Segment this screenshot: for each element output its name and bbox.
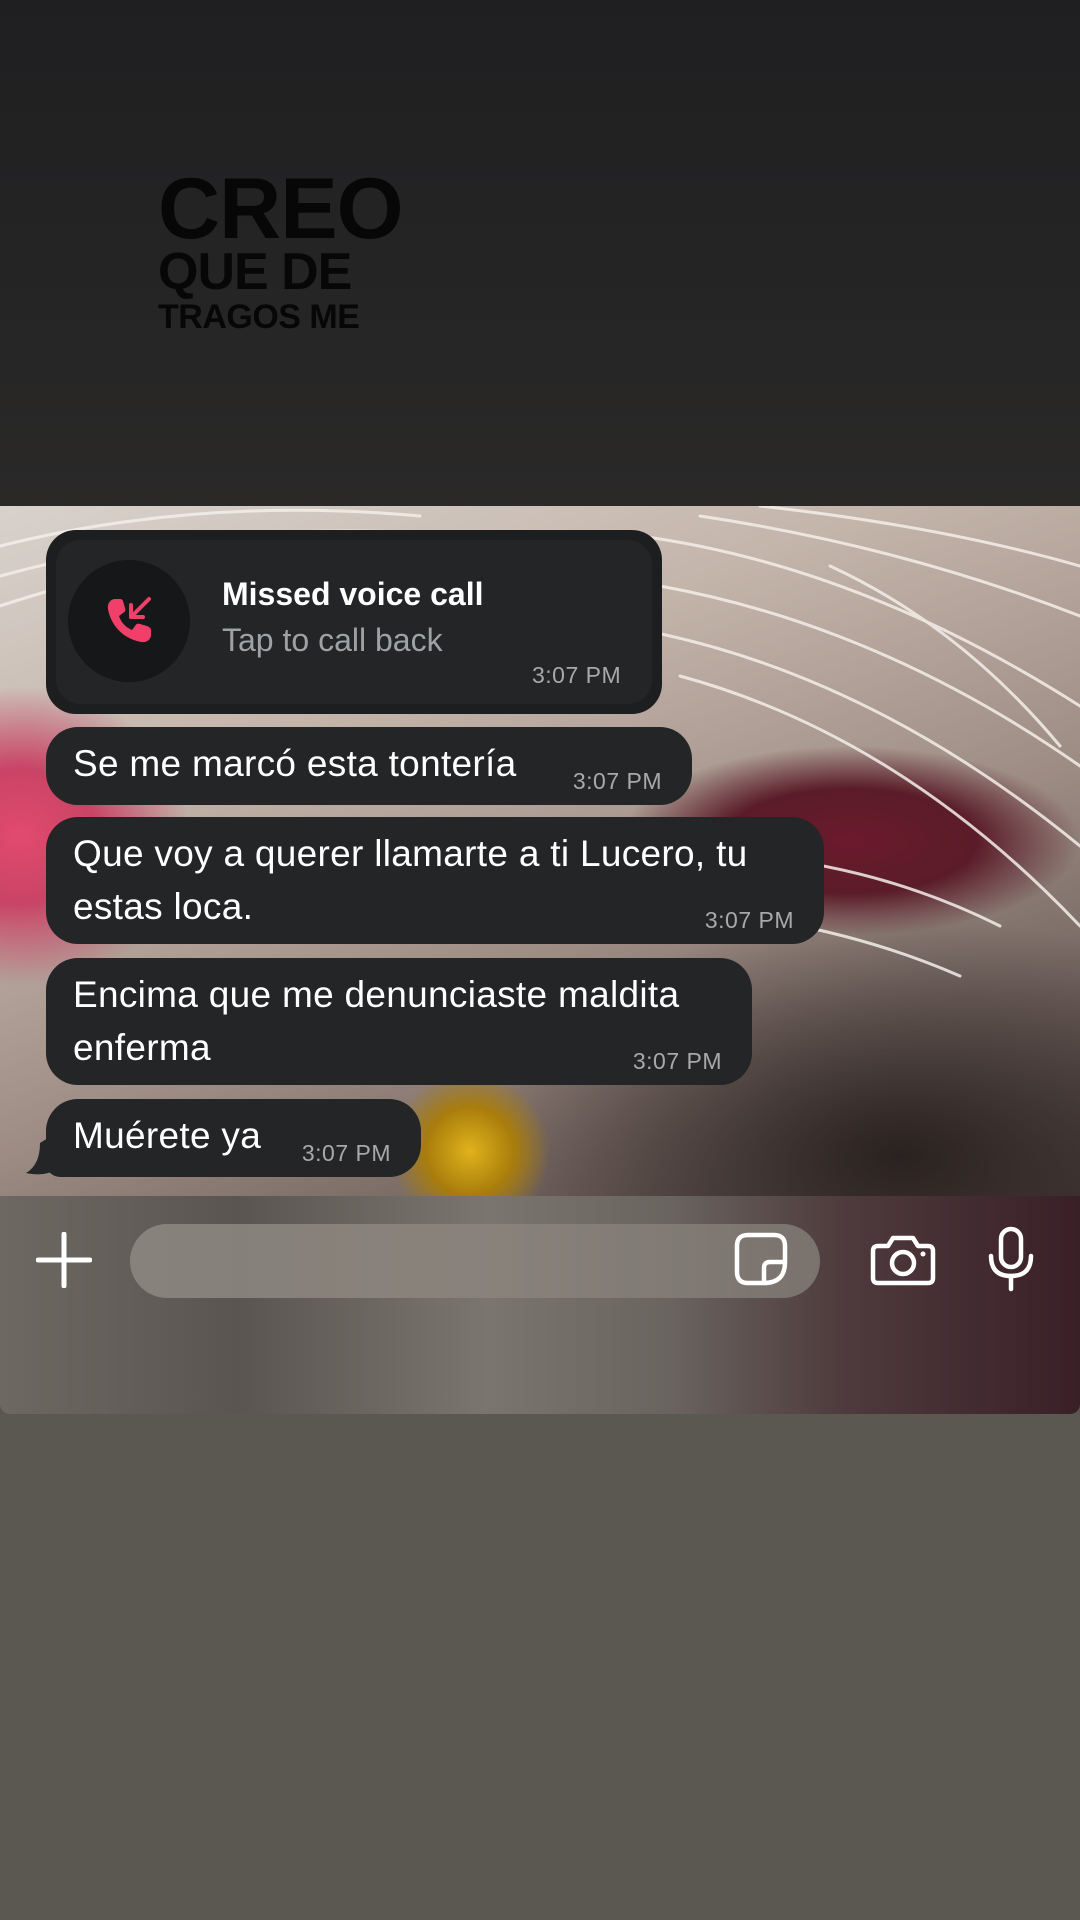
- missed-call-icon: [68, 560, 190, 682]
- sticker-icon[interactable]: [734, 1232, 788, 1291]
- missed-call-title: Missed voice call: [222, 576, 484, 612]
- message-input[interactable]: [130, 1224, 820, 1298]
- call-back-hint[interactable]: Tap to call back: [222, 622, 443, 659]
- caption-line-2: QUE DE: [158, 243, 352, 301]
- message-text: Muérete ya: [73, 1115, 262, 1156]
- message-bubble[interactable]: Que voy a querer llamarte a ti Lucero, t…: [46, 817, 824, 944]
- camera-icon[interactable]: [870, 1234, 936, 1291]
- message-text: Que voy a querer llamarte a ti Lucero, t…: [73, 833, 748, 927]
- message-text: Se me marcó esta tontería: [73, 743, 517, 784]
- message-bubble[interactable]: Muérete ya 3:07 PM: [46, 1099, 421, 1177]
- microphone-icon[interactable]: [986, 1226, 1036, 1297]
- message-time: 3:07 PM: [704, 907, 794, 933]
- message-time: 3:07 PM: [532, 662, 622, 688]
- bottom-background: [0, 1414, 1080, 1920]
- message-text: Encima que me denunciaste maldita enferm…: [73, 974, 680, 1068]
- message-time: 3:07 PM: [632, 1048, 722, 1074]
- message-time: 3:07 PM: [572, 768, 662, 794]
- message-time: 3:07 PM: [301, 1140, 391, 1166]
- message-bubble[interactable]: Se me marcó esta tontería 3:07 PM: [46, 727, 692, 805]
- message-bubble[interactable]: Encima que me denunciaste maldita enferm…: [46, 958, 752, 1085]
- plus-icon[interactable]: [35, 1231, 93, 1293]
- message-input-bar: [0, 1196, 1080, 1414]
- caption-line-3: TRAGOS ME: [158, 298, 360, 336]
- top-caption-area: CREO QUE DE TRAGOS ME: [0, 0, 1080, 506]
